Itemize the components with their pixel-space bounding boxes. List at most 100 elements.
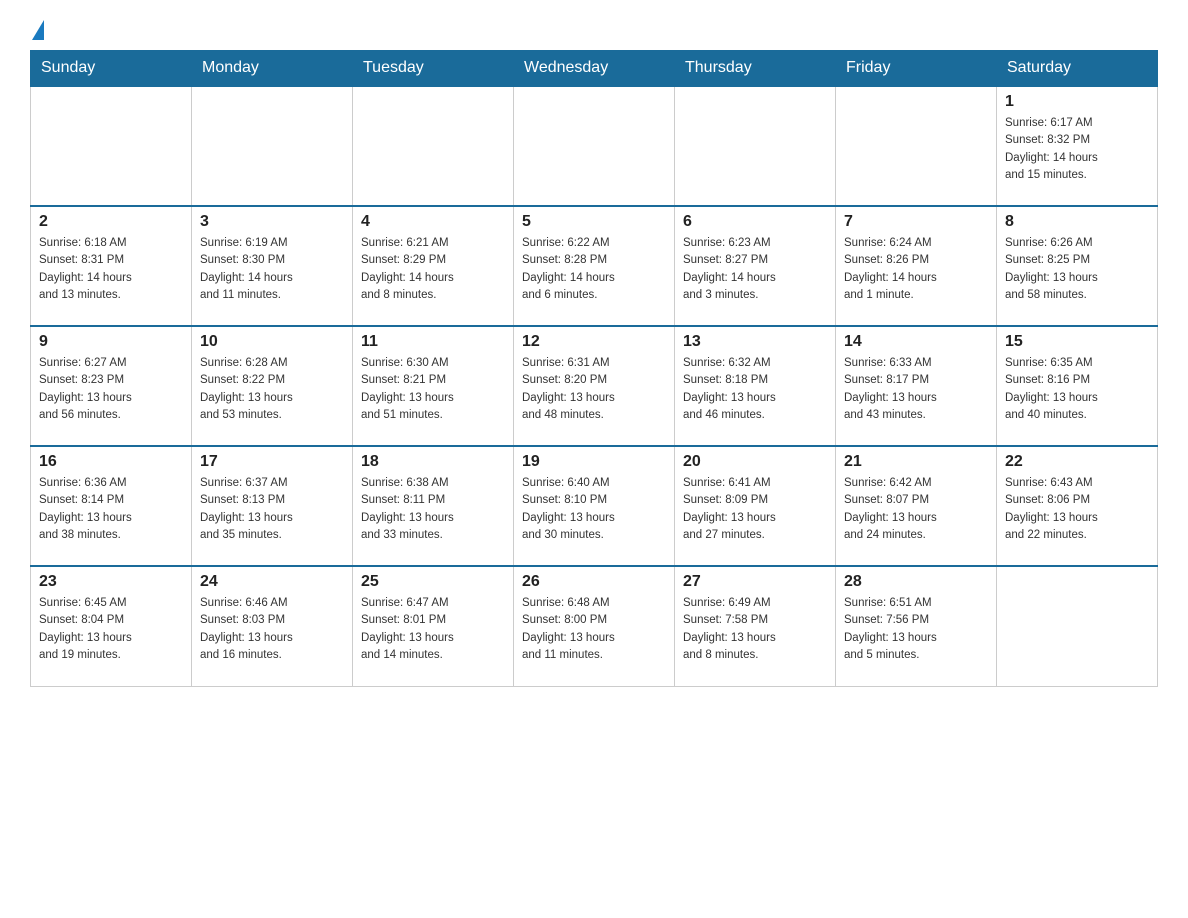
day-number: 13: [683, 333, 827, 351]
calendar-cell: 26 Sunrise: 6:48 AMSunset: 8:00 PMDayligh…: [514, 566, 675, 686]
week-row-3: 9Sunrise: 6:27 AMSunset: 8:23 PMDaylight…: [31, 326, 1158, 446]
calendar-cell: 17 Sunrise: 6:37 AMSunset: 8:13 PMDayligh…: [192, 446, 353, 566]
week-row-4: 16 Sunrise: 6:36 AMSunset: 8:14 PMDayligh…: [31, 446, 1158, 566]
day-info: Sunrise: 6:19 AMSunset: 8:30 PMDaylight:…: [200, 235, 344, 304]
day-info: Sunrise: 6:47 AMSunset: 8:01 PMDaylight:…: [361, 595, 505, 664]
calendar-cell: 12 Sunrise: 6:31 AMSunset: 8:20 PMDayligh…: [514, 326, 675, 446]
day-number: 8: [1005, 213, 1149, 231]
day-info: Sunrise: 6:31 AMSunset: 8:20 PMDaylight:…: [522, 355, 666, 424]
day-number: 12: [522, 333, 666, 351]
calendar-cell: [514, 86, 675, 206]
day-info: Sunrise: 6:17 AMSunset: 8:32 PMDaylight:…: [1005, 115, 1149, 184]
day-number: 10: [200, 333, 344, 351]
day-info: Sunrise: 6:21 AMSunset: 8:29 PMDaylight:…: [361, 235, 505, 304]
calendar-cell: 21 Sunrise: 6:42 AMSunset: 8:07 PMDayligh…: [836, 446, 997, 566]
day-number: 6: [683, 213, 827, 231]
day-number: 5: [522, 213, 666, 231]
day-info: Sunrise: 6:35 AMSunset: 8:16 PMDaylight:…: [1005, 355, 1149, 424]
day-number: 27: [683, 573, 827, 591]
day-number: 14: [844, 333, 988, 351]
day-info: Sunrise: 6:38 AMSunset: 8:11 PMDaylight:…: [361, 475, 505, 544]
day-info: Sunrise: 6:48 AMSunset: 8:00 PMDaylight:…: [522, 595, 666, 664]
day-number: 4: [361, 213, 505, 231]
calendar-cell: 4 Sunrise: 6:21 AMSunset: 8:29 PMDaylight…: [353, 206, 514, 326]
calendar-cell: 19 Sunrise: 6:40 AMSunset: 8:10 PMDayligh…: [514, 446, 675, 566]
day-number: 11: [361, 333, 505, 351]
calendar-cell: 8 Sunrise: 6:26 AMSunset: 8:25 PMDaylight…: [997, 206, 1158, 326]
weekday-header-sunday: Sunday: [31, 51, 192, 87]
calendar-cell: [192, 86, 353, 206]
day-number: 1: [1005, 93, 1149, 111]
day-number: 26: [522, 573, 666, 591]
calendar-cell: 20 Sunrise: 6:41 AMSunset: 8:09 PMDayligh…: [675, 446, 836, 566]
day-info: Sunrise: 6:24 AMSunset: 8:26 PMDaylight:…: [844, 235, 988, 304]
weekday-header-row: SundayMondayTuesdayWednesdayThursdayFrid…: [31, 51, 1158, 87]
calendar-cell: 18 Sunrise: 6:38 AMSunset: 8:11 PMDayligh…: [353, 446, 514, 566]
day-info: Sunrise: 6:45 AMSunset: 8:04 PMDaylight:…: [39, 595, 183, 664]
calendar-cell: 10 Sunrise: 6:28 AMSunset: 8:22 PMDayligh…: [192, 326, 353, 446]
calendar-cell: 1 Sunrise: 6:17 AMSunset: 8:32 PMDaylight…: [997, 86, 1158, 206]
calendar-cell: 25 Sunrise: 6:47 AMSunset: 8:01 PMDayligh…: [353, 566, 514, 686]
day-number: 24: [200, 573, 344, 591]
day-number: 18: [361, 453, 505, 471]
calendar-cell: 27 Sunrise: 6:49 AMSunset: 7:58 PMDayligh…: [675, 566, 836, 686]
calendar-cell: 23 Sunrise: 6:45 AMSunset: 8:04 PMDayligh…: [31, 566, 192, 686]
calendar-table: SundayMondayTuesdayWednesdayThursdayFrid…: [30, 50, 1158, 687]
calendar-cell: 3 Sunrise: 6:19 AMSunset: 8:30 PMDaylight…: [192, 206, 353, 326]
day-number: 15: [1005, 333, 1149, 351]
day-number: 25: [361, 573, 505, 591]
calendar-cell: 5 Sunrise: 6:22 AMSunset: 8:28 PMDaylight…: [514, 206, 675, 326]
calendar-cell: [353, 86, 514, 206]
day-info: Sunrise: 6:30 AMSunset: 8:21 PMDaylight:…: [361, 355, 505, 424]
day-number: 17: [200, 453, 344, 471]
week-row-2: 2 Sunrise: 6:18 AMSunset: 8:31 PMDaylight…: [31, 206, 1158, 326]
calendar-cell: 14 Sunrise: 6:33 AMSunset: 8:17 PMDayligh…: [836, 326, 997, 446]
calendar-cell: [836, 86, 997, 206]
day-info: Sunrise: 6:42 AMSunset: 8:07 PMDaylight:…: [844, 475, 988, 544]
page-header: [30, 20, 1158, 40]
day-info: Sunrise: 6:46 AMSunset: 8:03 PMDaylight:…: [200, 595, 344, 664]
day-info: Sunrise: 6:43 AMSunset: 8:06 PMDaylight:…: [1005, 475, 1149, 544]
day-number: 9: [39, 333, 183, 351]
week-row-1: 1 Sunrise: 6:17 AMSunset: 8:32 PMDaylight…: [31, 86, 1158, 206]
calendar-cell: 11 Sunrise: 6:30 AMSunset: 8:21 PMDayligh…: [353, 326, 514, 446]
day-number: 2: [39, 213, 183, 231]
calendar-cell: 22 Sunrise: 6:43 AMSunset: 8:06 PMDayligh…: [997, 446, 1158, 566]
calendar-cell: 24 Sunrise: 6:46 AMSunset: 8:03 PMDayligh…: [192, 566, 353, 686]
day-info: Sunrise: 6:40 AMSunset: 8:10 PMDaylight:…: [522, 475, 666, 544]
day-info: Sunrise: 6:33 AMSunset: 8:17 PMDaylight:…: [844, 355, 988, 424]
calendar-cell: [997, 566, 1158, 686]
day-info: Sunrise: 6:28 AMSunset: 8:22 PMDaylight:…: [200, 355, 344, 424]
day-number: 19: [522, 453, 666, 471]
day-info: Sunrise: 6:37 AMSunset: 8:13 PMDaylight:…: [200, 475, 344, 544]
weekday-header-friday: Friday: [836, 51, 997, 87]
day-info: Sunrise: 6:26 AMSunset: 8:25 PMDaylight:…: [1005, 235, 1149, 304]
day-info: Sunrise: 6:49 AMSunset: 7:58 PMDaylight:…: [683, 595, 827, 664]
day-number: 23: [39, 573, 183, 591]
day-info: Sunrise: 6:22 AMSunset: 8:28 PMDaylight:…: [522, 235, 666, 304]
day-number: 22: [1005, 453, 1149, 471]
calendar-cell: 6Sunrise: 6:23 AMSunset: 8:27 PMDaylight…: [675, 206, 836, 326]
week-row-5: 23 Sunrise: 6:45 AMSunset: 8:04 PMDayligh…: [31, 566, 1158, 686]
day-number: 7: [844, 213, 988, 231]
day-number: 3: [200, 213, 344, 231]
calendar-cell: 15 Sunrise: 6:35 AMSunset: 8:16 PMDayligh…: [997, 326, 1158, 446]
weekday-header-monday: Monday: [192, 51, 353, 87]
day-number: 16: [39, 453, 183, 471]
calendar-cell: 9Sunrise: 6:27 AMSunset: 8:23 PMDaylight…: [31, 326, 192, 446]
day-number: 20: [683, 453, 827, 471]
calendar-cell: [31, 86, 192, 206]
day-info: Sunrise: 6:36 AMSunset: 8:14 PMDaylight:…: [39, 475, 183, 544]
day-number: 21: [844, 453, 988, 471]
day-info: Sunrise: 6:41 AMSunset: 8:09 PMDaylight:…: [683, 475, 827, 544]
calendar-cell: 2 Sunrise: 6:18 AMSunset: 8:31 PMDaylight…: [31, 206, 192, 326]
day-info: Sunrise: 6:51 AMSunset: 7:56 PMDaylight:…: [844, 595, 988, 664]
day-info: Sunrise: 6:18 AMSunset: 8:31 PMDaylight:…: [39, 235, 183, 304]
weekday-header-tuesday: Tuesday: [353, 51, 514, 87]
calendar-cell: 16 Sunrise: 6:36 AMSunset: 8:14 PMDayligh…: [31, 446, 192, 566]
calendar-cell: 7 Sunrise: 6:24 AMSunset: 8:26 PMDaylight…: [836, 206, 997, 326]
day-info: Sunrise: 6:32 AMSunset: 8:18 PMDaylight:…: [683, 355, 827, 424]
calendar-cell: 28Sunrise: 6:51 AMSunset: 7:56 PMDayligh…: [836, 566, 997, 686]
logo-triangle-icon: [32, 20, 44, 40]
weekday-header-wednesday: Wednesday: [514, 51, 675, 87]
